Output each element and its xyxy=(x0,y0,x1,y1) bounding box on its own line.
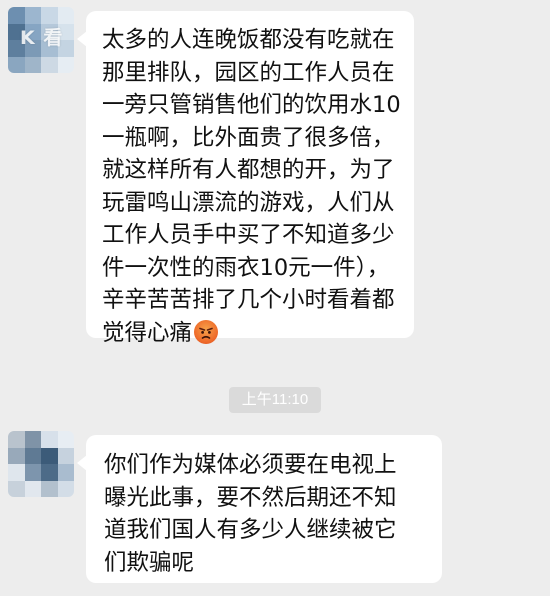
chat-window[interactable]: K 看 太多的人连晚饭都没有吃就在 那里排队，园区的工作人员在 一旁只管销售他们… xyxy=(0,0,550,596)
message-line: 那里排队，园区的工作人员在 xyxy=(102,59,395,86)
message-line: 件一次性的雨衣10元一件）， xyxy=(102,254,390,281)
message-line: 一旁只管销售他们的饮用水10 xyxy=(102,92,401,118)
avatar-mosaic-cell xyxy=(57,447,74,464)
message-line: 你们作为媒体必须要在电视上 xyxy=(104,452,397,478)
watermark: K 看 xyxy=(20,27,64,49)
avatar[interactable] xyxy=(8,431,74,497)
avatar-mosaic-cell xyxy=(57,7,74,24)
avatar-mosaic-cell xyxy=(41,431,58,448)
avatar-mosaic-cell xyxy=(8,464,25,481)
message-line: 一瓶啊，比外面贵了很多倍， xyxy=(102,124,395,151)
avatar-mosaic-cell xyxy=(41,447,58,464)
avatar-mosaic-cell xyxy=(24,56,41,73)
message-line: 道我们国人有多少人继续被它 xyxy=(104,517,397,543)
message-line: 就这样所有人都想的开，为了 xyxy=(102,157,395,183)
avatar-mosaic-cell xyxy=(24,431,41,448)
message-line: 们欺骗呢 xyxy=(104,549,195,576)
avatar-mosaic-cell xyxy=(57,56,74,73)
avatar-mosaic-cell xyxy=(57,431,74,448)
avatar-mosaic-cell xyxy=(24,464,41,481)
message-bubble[interactable]: 太多的人连晚饭都没有吃就在 那里排队，园区的工作人员在 一旁只管销售他们的饮用水… xyxy=(77,11,414,346)
message-line: 辛辛苦苦排了几个小时看着都 xyxy=(102,287,395,313)
avatar-mosaic-cell xyxy=(41,464,58,481)
message-text: 觉得心痛 xyxy=(102,319,193,346)
angry-face-icon xyxy=(194,319,219,344)
timestamp: 上午11:10 xyxy=(229,387,321,413)
message-line: 工作人员手中买了不知道多少 xyxy=(102,222,395,248)
avatar-mosaic-cell xyxy=(57,480,74,497)
message-bubble[interactable]: 你们作为媒体必须要在电视上 曝光此事，要不然后期还不知 道我们国人有多少人继续被… xyxy=(77,435,442,583)
avatar-mosaic-cell xyxy=(41,7,58,24)
message-line-last: 觉得心痛 xyxy=(102,317,408,350)
avatar-mosaic-cell xyxy=(24,7,41,24)
avatar-mosaic-cell xyxy=(24,447,41,464)
avatar-mosaic-cell xyxy=(41,56,58,73)
message-line: 曝光此事，要不然后期还不知 xyxy=(104,484,397,511)
avatar-mosaic-cell xyxy=(8,56,25,73)
avatar-mosaic-cell xyxy=(8,7,25,24)
avatar-mosaic-cell xyxy=(8,480,25,497)
avatar-mosaic-cell xyxy=(24,480,41,497)
avatar-mosaic-cell xyxy=(8,447,25,464)
avatar-mosaic-cell xyxy=(57,464,74,481)
message-line: 太多的人连晚饭都没有吃就在 xyxy=(102,27,395,53)
message-line: 玩雷鸣山漂流的游戏，人们从 xyxy=(102,189,395,216)
avatar-mosaic-cell xyxy=(41,480,58,497)
avatar-mosaic-cell xyxy=(8,431,25,448)
